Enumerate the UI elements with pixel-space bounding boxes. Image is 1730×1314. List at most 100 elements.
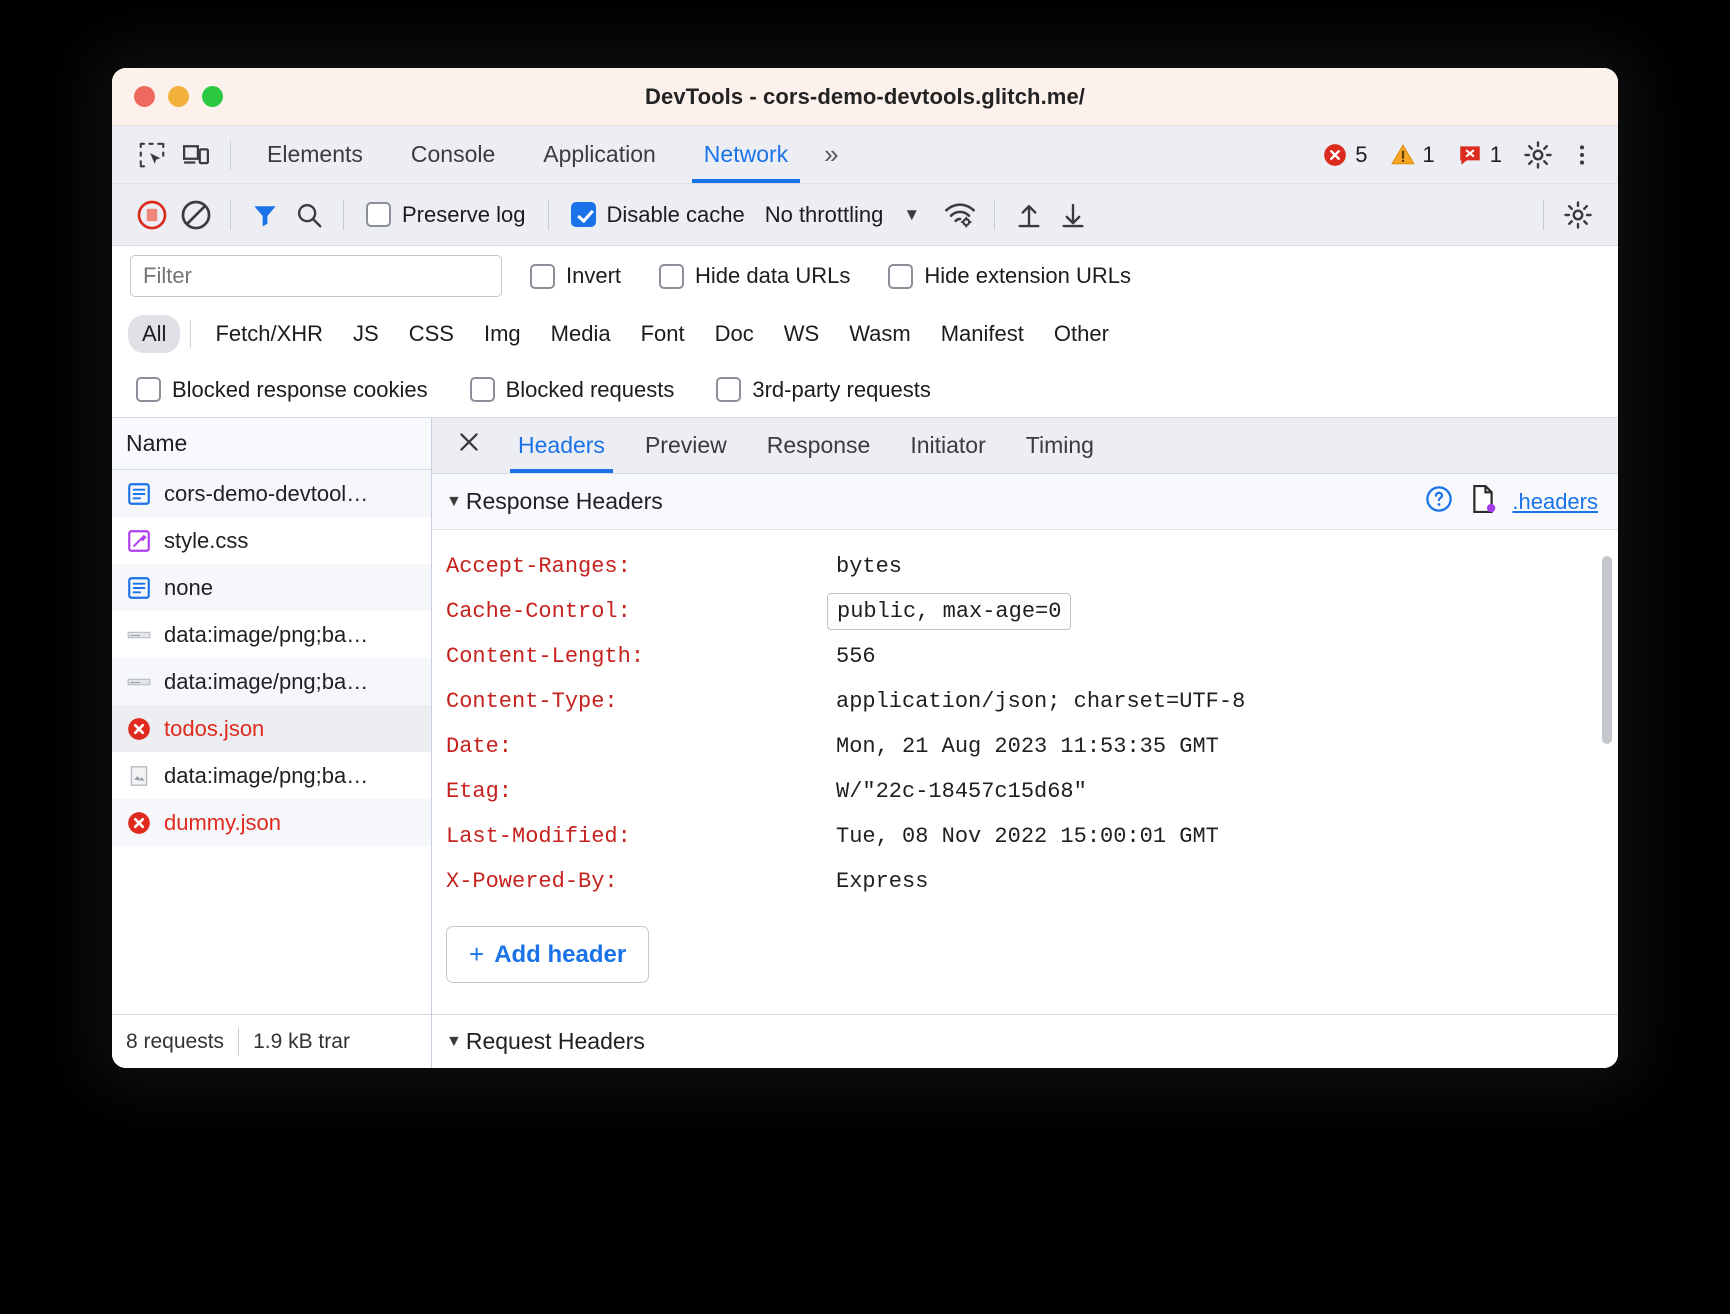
invert-checkbox[interactable]: Invert xyxy=(520,263,631,289)
tab-preview[interactable]: Preview xyxy=(625,419,747,473)
message-count-item[interactable]: 1 xyxy=(1449,142,1510,168)
more-tabs-icon[interactable]: » xyxy=(812,139,847,170)
throttling-select-value[interactable]: No throttling xyxy=(765,202,884,228)
header-row[interactable]: Last-Modified: Tue, 08 Nov 2022 15:00:01… xyxy=(432,814,1618,859)
blocked-requests-box[interactable] xyxy=(470,377,495,402)
header-value-editable[interactable]: public, max-age=0 xyxy=(827,593,1071,630)
table-row[interactable]: data:image/png;ba… xyxy=(112,611,431,658)
add-header-button[interactable]: + Add header xyxy=(446,926,649,983)
disable-cache-label: Disable cache xyxy=(607,202,745,228)
header-value[interactable]: application/json; charset=UTF-8 xyxy=(836,689,1245,714)
header-row[interactable]: Etag: W/"22c-18457c15d68" xyxy=(432,769,1618,814)
table-row[interactable]: cors-demo-devtool… xyxy=(112,470,431,517)
table-row[interactable]: none xyxy=(112,564,431,611)
table-row[interactable]: data:image/png;ba… xyxy=(112,658,431,705)
caret-down-icon[interactable]: ▼ xyxy=(446,493,462,511)
dot-headers-link[interactable]: .headers xyxy=(1512,489,1598,515)
header-value[interactable]: bytes xyxy=(836,554,902,579)
header-row[interactable]: Accept-Ranges: bytes xyxy=(432,544,1618,589)
tab-headers[interactable]: Headers xyxy=(498,419,625,473)
preserve-log-checkbox[interactable]: Preserve log xyxy=(356,202,536,228)
tab-console[interactable]: Console xyxy=(393,127,513,183)
header-value[interactable]: W/"22c-18457c15d68" xyxy=(836,779,1087,804)
type-filter-font[interactable]: Font xyxy=(627,315,699,353)
table-row[interactable]: data:image/png;ba… xyxy=(112,752,431,799)
clear-icon[interactable] xyxy=(174,195,218,235)
type-filter-wasm[interactable]: Wasm xyxy=(835,315,925,353)
header-value[interactable]: Tue, 08 Nov 2022 15:00:01 GMT xyxy=(836,824,1219,849)
tab-network[interactable]: Network xyxy=(686,127,806,183)
request-name: none xyxy=(164,575,213,601)
vertical-scrollbar[interactable] xyxy=(1602,556,1612,744)
header-value[interactable]: 556 xyxy=(836,644,876,669)
response-headers-section-header[interactable]: ▼ Response Headers xyxy=(432,474,1618,530)
header-value[interactable]: Mon, 21 Aug 2023 11:53:35 GMT xyxy=(836,734,1219,759)
header-key: Content-Type: xyxy=(446,689,836,714)
tab-elements[interactable]: Elements xyxy=(249,127,381,183)
filter-funnel-icon[interactable] xyxy=(243,195,287,235)
request-detail-pane: Headers Preview Response Initiator Timin… xyxy=(432,418,1618,1068)
inspect-element-icon[interactable] xyxy=(130,135,174,175)
blocked-requests-checkbox[interactable]: Blocked requests xyxy=(460,377,685,403)
header-row[interactable]: Cache-Control: public, max-age=0 xyxy=(432,589,1618,634)
header-row[interactable]: Content-Length: 556 xyxy=(432,634,1618,679)
network-settings-gear-icon[interactable] xyxy=(1556,195,1600,235)
filter-input[interactable] xyxy=(130,255,502,297)
hide-data-urls-checkbox[interactable]: Hide data URLs xyxy=(649,263,860,289)
type-filter-all[interactable]: All xyxy=(128,315,180,353)
wifi-settings-icon[interactable] xyxy=(938,195,982,235)
error-count-item[interactable]: 5 xyxy=(1314,142,1375,168)
hide-extension-urls-checkbox[interactable]: Hide extension URLs xyxy=(878,263,1141,289)
warning-count-item[interactable]: 1 xyxy=(1382,142,1443,168)
disable-cache-checkbox[interactable]: Disable cache xyxy=(561,202,755,228)
upload-har-icon[interactable] xyxy=(1007,195,1051,235)
header-row[interactable]: X-Powered-By: Express xyxy=(432,859,1618,904)
record-stop-icon[interactable] xyxy=(130,195,174,235)
type-filter-img[interactable]: Img xyxy=(470,315,535,353)
invert-box[interactable] xyxy=(530,264,555,289)
table-row[interactable]: dummy.json xyxy=(112,799,431,846)
table-row[interactable]: style.css xyxy=(112,517,431,564)
blocked-response-cookies-box[interactable] xyxy=(136,377,161,402)
help-circle-icon[interactable] xyxy=(1424,484,1454,520)
third-party-requests-box[interactable] xyxy=(716,377,741,402)
table-row[interactable]: todos.json xyxy=(112,705,431,752)
tab-response[interactable]: Response xyxy=(747,419,891,473)
header-row[interactable]: Date: Mon, 21 Aug 2023 11:53:35 GMT xyxy=(432,724,1618,769)
error-count: 5 xyxy=(1355,142,1367,168)
tab-timing[interactable]: Timing xyxy=(1006,419,1114,473)
type-filter-manifest[interactable]: Manifest xyxy=(927,315,1038,353)
tab-application[interactable]: Application xyxy=(525,127,674,183)
type-filter-other[interactable]: Other xyxy=(1040,315,1123,353)
caret-down-icon[interactable]: ▼ xyxy=(446,1033,462,1051)
chevron-down-icon[interactable]: ▼ xyxy=(903,205,920,225)
header-row[interactable]: Content-Type: application/json; charset=… xyxy=(432,679,1618,724)
tab-initiator[interactable]: Initiator xyxy=(890,419,1005,473)
type-filter-media[interactable]: Media xyxy=(537,315,625,353)
more-vertical-icon[interactable] xyxy=(1560,135,1604,175)
header-value[interactable]: Express xyxy=(836,869,928,894)
type-filter-js[interactable]: JS xyxy=(339,315,393,353)
response-headers-list: Accept-Ranges: bytes Cache-Control: publ… xyxy=(432,530,1618,904)
download-har-icon[interactable] xyxy=(1051,195,1095,235)
search-icon[interactable] xyxy=(287,195,331,235)
disable-cache-box[interactable] xyxy=(571,202,596,227)
request-list-column-header[interactable]: Name xyxy=(112,418,431,470)
type-filter-fetch-xhr[interactable]: Fetch/XHR xyxy=(201,315,337,353)
request-headers-section-header[interactable]: ▼ Request Headers xyxy=(432,1014,1618,1068)
network-toolbar: Preserve log Disable cache No throttling… xyxy=(112,184,1618,246)
third-party-requests-checkbox[interactable]: 3rd-party requests xyxy=(706,377,941,403)
hide-data-urls-box[interactable] xyxy=(659,264,684,289)
gear-icon[interactable] xyxy=(1516,135,1560,175)
type-filter-ws[interactable]: WS xyxy=(770,315,833,353)
hide-extension-urls-box[interactable] xyxy=(888,264,913,289)
blocked-response-cookies-checkbox[interactable]: Blocked response cookies xyxy=(126,377,438,403)
type-filter-css[interactable]: CSS xyxy=(395,315,468,353)
broken-image-icon xyxy=(126,763,152,789)
device-toolbar-icon[interactable] xyxy=(174,135,218,175)
close-icon[interactable] xyxy=(450,429,498,462)
headers-file-icon[interactable] xyxy=(1468,483,1498,521)
preserve-log-box[interactable] xyxy=(366,202,391,227)
type-filter-doc[interactable]: Doc xyxy=(701,315,768,353)
message-count: 1 xyxy=(1490,142,1502,168)
